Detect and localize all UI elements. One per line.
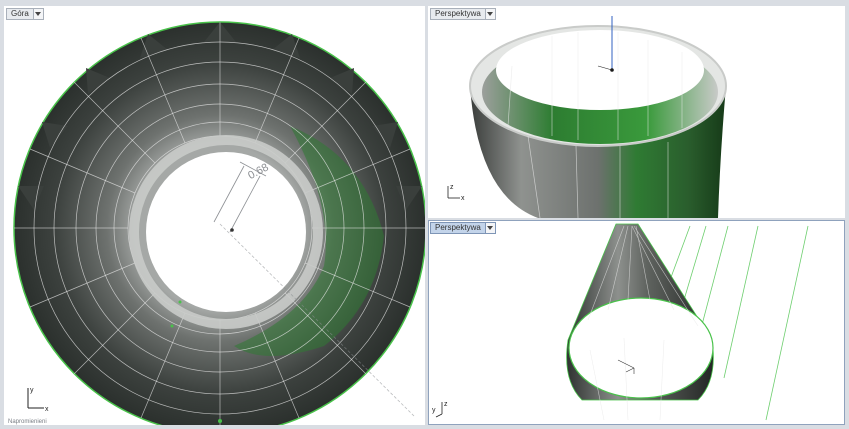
center-point: [230, 228, 234, 232]
perspective-1-render: [469, 16, 727, 218]
axis-label-y: y: [432, 407, 436, 414]
cylinder-inner-top: [496, 30, 704, 110]
center-hole: [146, 152, 306, 312]
viewport-perspective-2[interactable]: Perspektywa z y: [428, 220, 845, 425]
rhino-workspace: Góra 0.68 y x Napromienieni Perspektywa …: [0, 0, 849, 429]
viewport-label[interactable]: Góra: [6, 8, 33, 20]
viewport-top[interactable]: Góra 0.68 y x Napromienieni: [4, 6, 425, 425]
viewport-label[interactable]: Perspektywa: [430, 8, 485, 20]
viewport-tab-perspective-2[interactable]: Perspektywa: [430, 222, 496, 234]
top-view-render: 0.68: [13, 21, 425, 425]
axis-indicator-perspective-1: z x: [440, 180, 470, 211]
status-text: Napromienieni: [8, 419, 47, 425]
axis-label-z: z: [444, 401, 448, 408]
axis-indicator-top: y x: [22, 384, 56, 419]
chevron-down-icon[interactable]: [484, 8, 496, 20]
axis-label-x: x: [461, 195, 465, 202]
axis-label-y: y: [30, 387, 34, 394]
axis-label-z: z: [450, 184, 454, 191]
axis-indicator-perspective-2: z y: [432, 398, 462, 425]
perspective-2-render: [566, 223, 809, 421]
viewport-tab-top[interactable]: Góra: [6, 8, 44, 20]
chevron-down-icon[interactable]: [32, 8, 44, 20]
chevron-down-icon[interactable]: [484, 222, 496, 234]
axis-label-x: x: [45, 406, 49, 413]
viewport-perspective-1[interactable]: Perspektywa z x: [428, 6, 845, 218]
viewport-label[interactable]: Perspektywa: [430, 222, 485, 234]
viewport-tab-perspective-1[interactable]: Perspektywa: [430, 8, 496, 20]
